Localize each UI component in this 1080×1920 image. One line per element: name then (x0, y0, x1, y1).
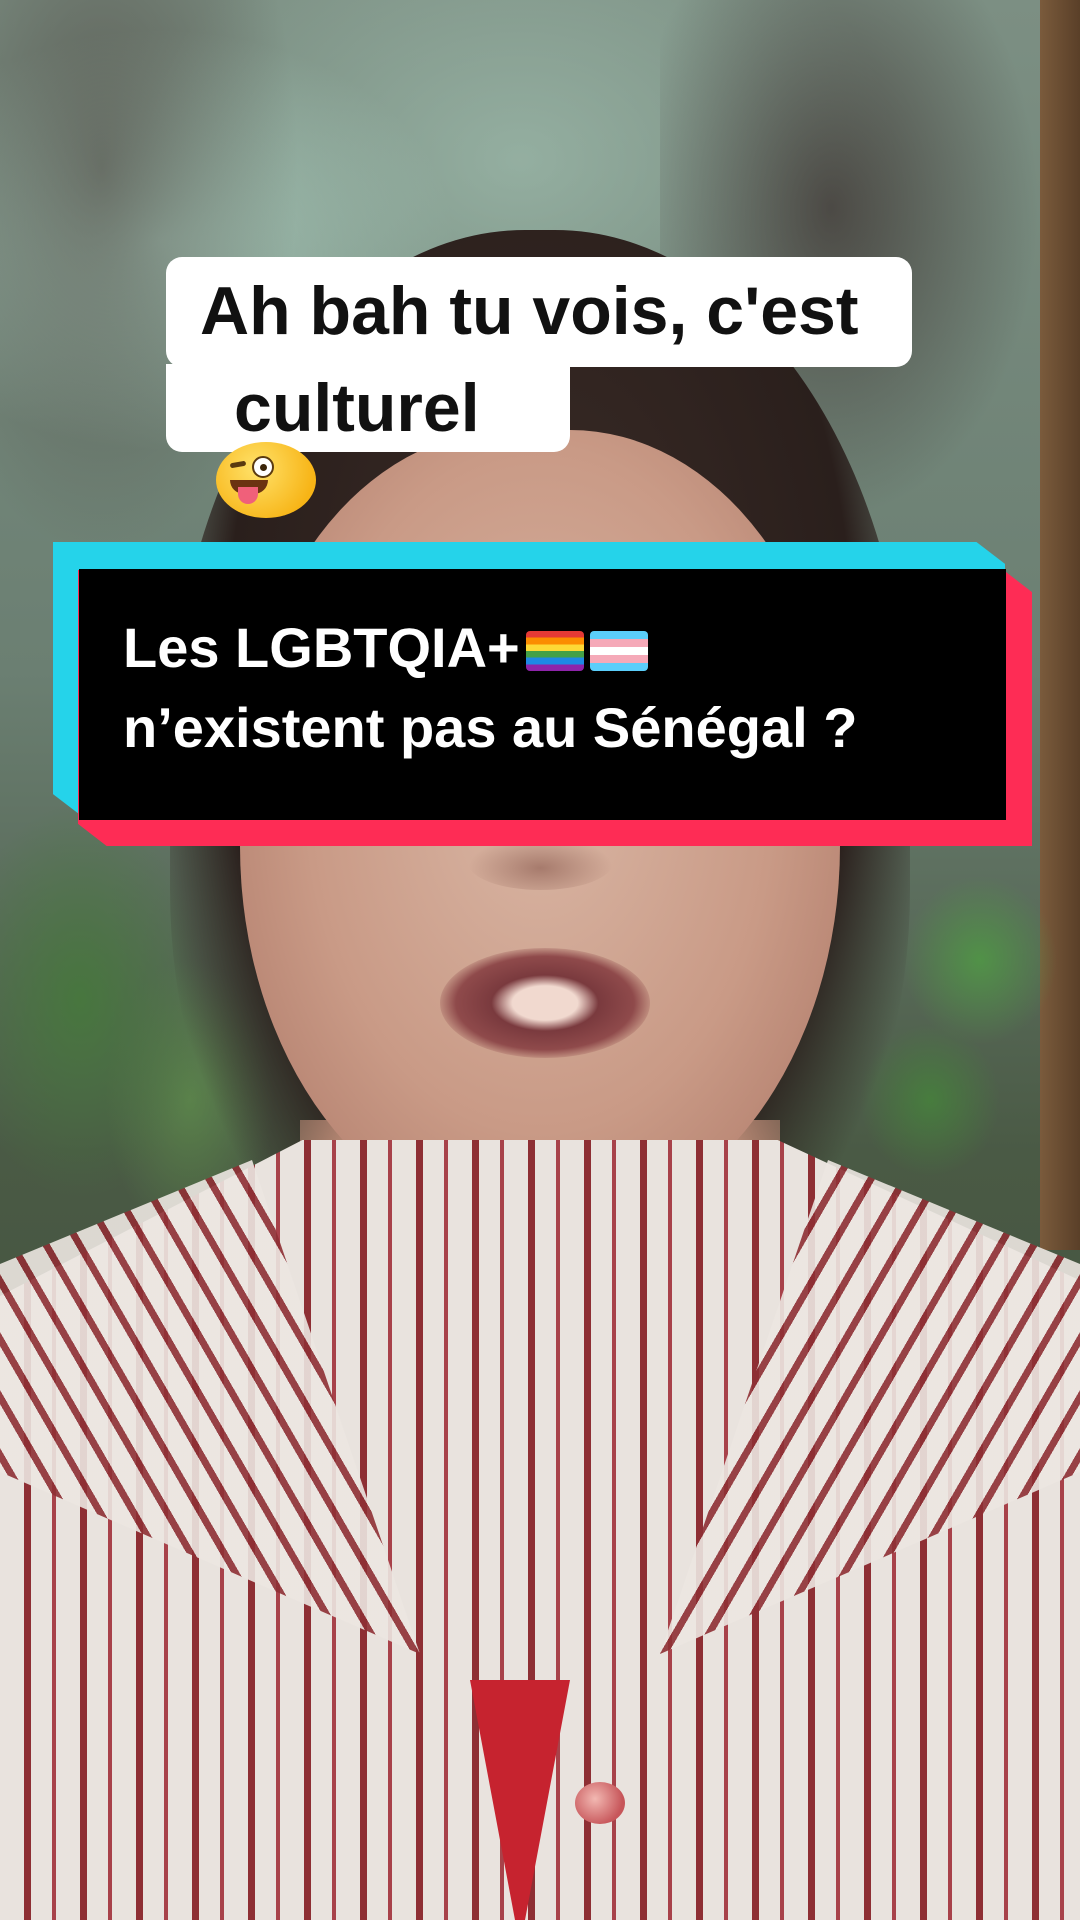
caption-bubble-line1: Ah bah tu vois, c'est (166, 257, 912, 367)
speaker-mouth (440, 948, 650, 1058)
title-line1: Les LGBTQIA+ (123, 616, 520, 679)
title-line2: n’existent pas au Sénégal ? (123, 696, 858, 759)
caption-text-line2: culturel (234, 370, 480, 446)
transgender-flag-icon (589, 631, 648, 671)
title-banner-text: Les LGBTQIA+ n’existent pas au Sénégal ? (123, 620, 857, 756)
winking-face-with-tongue-icon (216, 442, 316, 518)
caption-bubble-line2: culturel (166, 364, 570, 518)
rainbow-flag-icon (525, 631, 584, 671)
caption-text-line1: Ah bah tu vois, c'est (200, 273, 859, 349)
shirt-button (575, 1782, 625, 1824)
